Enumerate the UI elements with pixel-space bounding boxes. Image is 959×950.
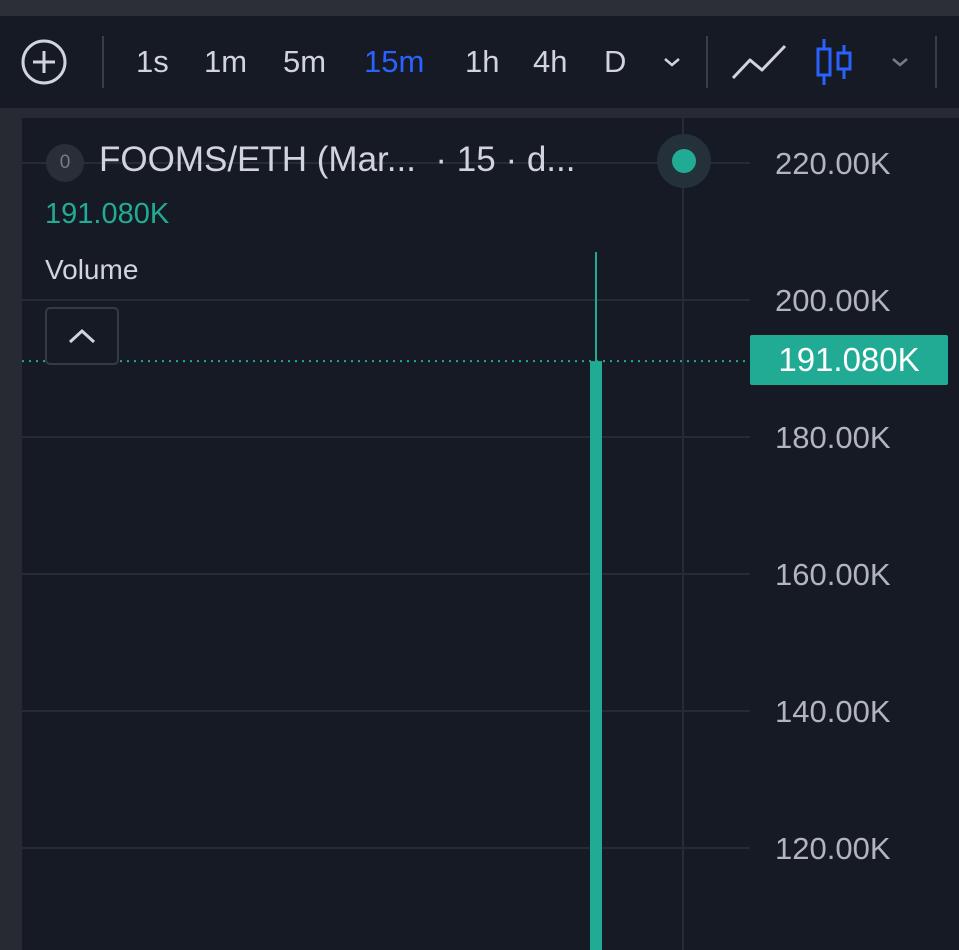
price-axis-label: 180.00K: [775, 420, 891, 455]
timeframe-15m[interactable]: 15m: [364, 16, 424, 108]
legend-badge: 0: [46, 144, 84, 182]
line-chart-button[interactable]: [730, 16, 788, 108]
add-symbol-button[interactable]: [20, 16, 68, 108]
price-axis-label: 140.00K: [775, 694, 891, 729]
timeframe-1h[interactable]: 1h: [465, 16, 499, 108]
legend-price: 191.080K: [45, 198, 170, 230]
chevron-up-icon: [68, 328, 96, 344]
candle-body: [590, 361, 602, 950]
price-axis-label: 220.00K: [775, 146, 891, 181]
price-axis-label: 160.00K: [775, 557, 891, 592]
symbol-interval: · 15 · d...: [435, 140, 576, 179]
toolbar-divider: [102, 36, 104, 88]
timeframe-4h[interactable]: 4h: [533, 16, 567, 108]
market-status-indicator[interactable]: [657, 134, 711, 188]
collapse-legend-button[interactable]: [45, 307, 119, 365]
timeframe-5m[interactable]: 5m: [283, 16, 326, 108]
price-chart: [22, 118, 750, 950]
more-timeframes-button[interactable]: [660, 16, 684, 108]
plus-circle-icon: [21, 39, 67, 85]
candlestick-icon: [816, 39, 852, 85]
symbol-name: FOOMS/ETH (Mar...: [99, 140, 416, 179]
volume-indicator-label[interactable]: Volume: [45, 254, 138, 286]
price-axis-label: 120.00K: [775, 831, 891, 866]
chevron-down-icon: [664, 58, 680, 67]
timeframe-1s[interactable]: 1s: [136, 16, 169, 108]
candles-button[interactable]: [814, 16, 854, 108]
timeframe-1m[interactable]: 1m: [204, 16, 247, 108]
toolbar-divider: [706, 36, 708, 88]
window-top-strip: [0, 0, 959, 16]
price-axis-label: 200.00K: [775, 283, 891, 318]
chart-type-menu-button[interactable]: [888, 16, 912, 108]
timeframe-d[interactable]: D: [604, 16, 626, 108]
line-chart-icon: [731, 44, 787, 80]
chart-toolbar: 1s 1m 5m 15m 1h 4h D: [0, 16, 959, 108]
last-price-tag: 191.080K: [750, 335, 948, 385]
chart-pane[interactable]: 0 FOOMS/ETH (Mar... · 15 · d... 191.080K…: [22, 118, 959, 950]
chevron-down-icon: [892, 58, 908, 67]
toolbar-divider: [935, 36, 937, 88]
symbol-title[interactable]: FOOMS/ETH (Mar... · 15 · d...: [99, 140, 575, 180]
